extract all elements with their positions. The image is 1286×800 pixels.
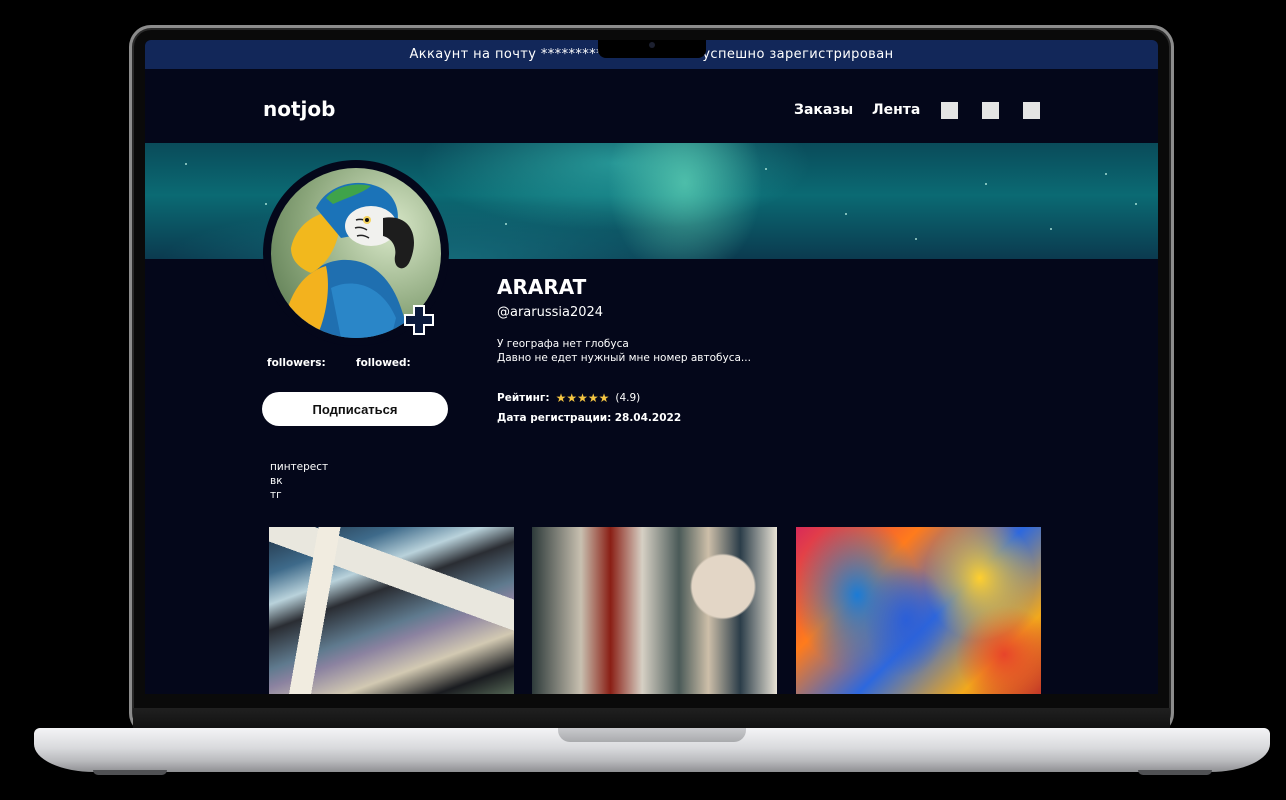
subscribe-button[interactable]: Подписаться (262, 392, 448, 426)
registration-date: Дата регистрации: 28.04.2022 (497, 412, 681, 424)
laptop-groove (558, 728, 746, 742)
laptop-chin (133, 708, 1170, 730)
rating-label: Рейтинг: (497, 392, 550, 404)
nav-link-feed[interactable]: Лента (872, 102, 920, 118)
bio-line: Давно не едет нужный мне номер автобуса.… (497, 352, 751, 364)
social-link-vk[interactable]: вк (270, 474, 328, 488)
social-links: пинтерест вк тг (270, 460, 328, 502)
logo[interactable]: notjob (263, 97, 335, 121)
registration-date-label: Дата регистрации: (497, 412, 612, 424)
followers-label: followers: (267, 357, 326, 369)
social-link-tg[interactable]: тг (270, 488, 328, 502)
social-link-pinterest[interactable]: пинтерест (270, 460, 328, 474)
gallery-item-fluid-art[interactable] (796, 527, 1041, 694)
nav-icon-2[interactable] (982, 102, 999, 119)
gallery-item-poster-collage[interactable] (532, 527, 777, 694)
profile-name: ARARAT (497, 275, 587, 299)
camera-icon (649, 42, 655, 48)
laptop-foot (93, 770, 167, 775)
nav-icon-3[interactable] (1023, 102, 1040, 119)
registration-date-value: 28.04.2022 (614, 412, 682, 424)
profile-bio: У географа нет глобуса Давно не едет нуж… (497, 337, 751, 365)
camera-notch (598, 40, 706, 58)
screen: Аккаунт на почту ********************.ru… (145, 40, 1158, 694)
gallery-item-abstract-painting[interactable] (269, 527, 514, 694)
nav-icon-1[interactable] (941, 102, 958, 119)
laptop-foot (1138, 770, 1212, 775)
laptop-base (34, 728, 1270, 772)
nav-link-orders[interactable]: Заказы (794, 102, 853, 118)
rating-value: (4.9) (615, 392, 641, 404)
followed-label: followed: (356, 357, 411, 369)
rating: Рейтинг: ★★★★★ (4.9) (497, 391, 640, 405)
profile-handle: @ararussia2024 (497, 305, 604, 320)
rating-stars-icon: ★★★★★ (555, 391, 610, 405)
bio-line: У географа нет глобуса (497, 338, 629, 350)
add-icon[interactable] (403, 304, 435, 336)
